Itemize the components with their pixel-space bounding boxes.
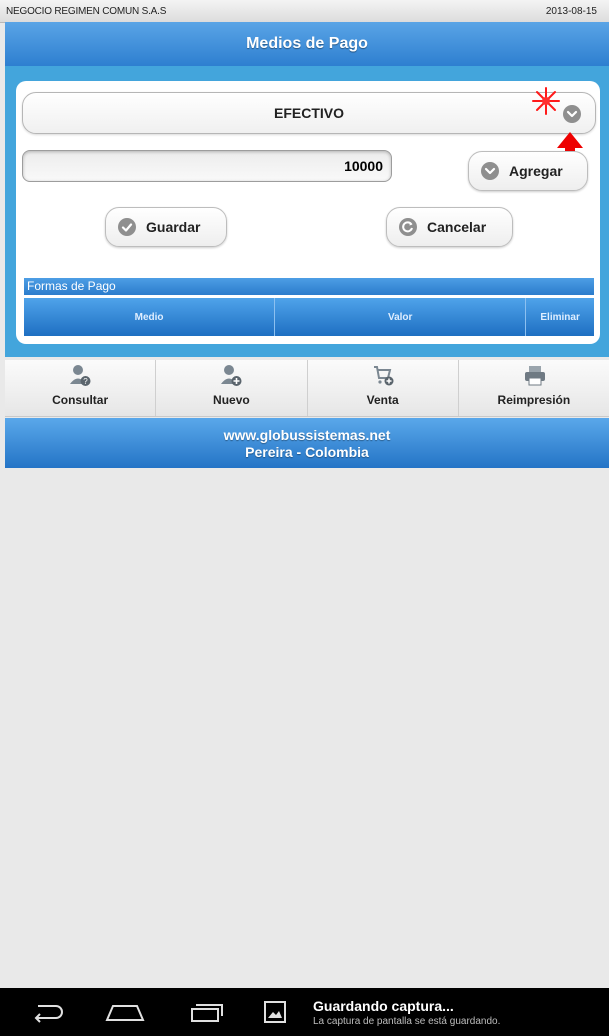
notification-title: Guardando captura... [313,998,454,1014]
save-button[interactable]: Guardar [105,207,227,247]
footer-location: Pereira - Colombia [245,444,369,460]
nav-label-reimpresion: Reimpresión [497,393,571,407]
payment-forms-table-header: Medio Valor Eliminar [24,298,594,336]
column-header-medio: Medio [24,298,276,336]
cancel-button-label: Cancelar [427,219,487,235]
red-starburst-marker-icon [532,87,560,115]
payment-forms-title: Formas de Pago [24,278,594,295]
page-header: Medios de Pago [5,22,609,66]
back-icon[interactable] [28,1000,68,1024]
nav-item-consultar[interactable]: ? Consultar [5,360,157,416]
amount-input[interactable] [22,150,392,182]
chevron-down-icon [481,162,499,180]
app-footer: www.globussistemas.net Pereira - Colombi… [5,418,609,468]
cart-add-icon [373,366,394,386]
bottom-nav: ? Consultar Nuevo Venta Reimpresión [5,360,609,417]
cancel-button[interactable]: Cancelar [386,207,513,247]
app-status-strip: NEGOCIO REGIMEN COMUN S.A.S 2013-08-15 [0,0,609,23]
notification-text: La captura de pantalla se está guardando… [313,1016,501,1027]
nav-item-nuevo[interactable]: Nuevo [156,360,308,416]
current-date: 2013-08-15 [545,6,597,17]
svg-text:?: ? [83,377,88,386]
image-icon [264,1001,286,1023]
column-header-eliminar: Eliminar [540,311,580,323]
nav-label-nuevo: Nuevo [213,393,250,407]
save-button-label: Guardar [146,219,201,235]
home-icon[interactable] [103,1000,147,1024]
column-header-valor: Valor [275,298,527,336]
nav-label-consultar: Consultar [52,393,109,407]
add-button[interactable]: Agregar [468,151,588,191]
chevron-down-icon [563,105,581,123]
page-title: Medios de Pago [246,35,368,52]
payment-method-select[interactable]: EFECTIVO [22,92,596,134]
refresh-icon [399,218,417,236]
nav-item-reimpresion[interactable]: Reimpresión [459,360,609,416]
user-question-icon: ? [70,365,91,386]
nav-label-venta: Venta [366,393,399,407]
user-add-icon [221,365,242,386]
printer-icon [524,366,545,386]
recent-apps-icon[interactable] [186,1000,226,1024]
system-nav-bar: Guardando captura... La captura de panta… [0,988,609,1036]
add-button-label: Agregar [509,163,563,179]
nav-item-venta[interactable]: Venta [308,360,459,416]
company-name: NEGOCIO REGIMEN COMUN S.A.S [6,6,167,17]
footer-website: www.globussistemas.net [223,427,391,443]
check-icon [118,218,136,236]
payment-method-value: EFECTIVO [273,105,344,121]
